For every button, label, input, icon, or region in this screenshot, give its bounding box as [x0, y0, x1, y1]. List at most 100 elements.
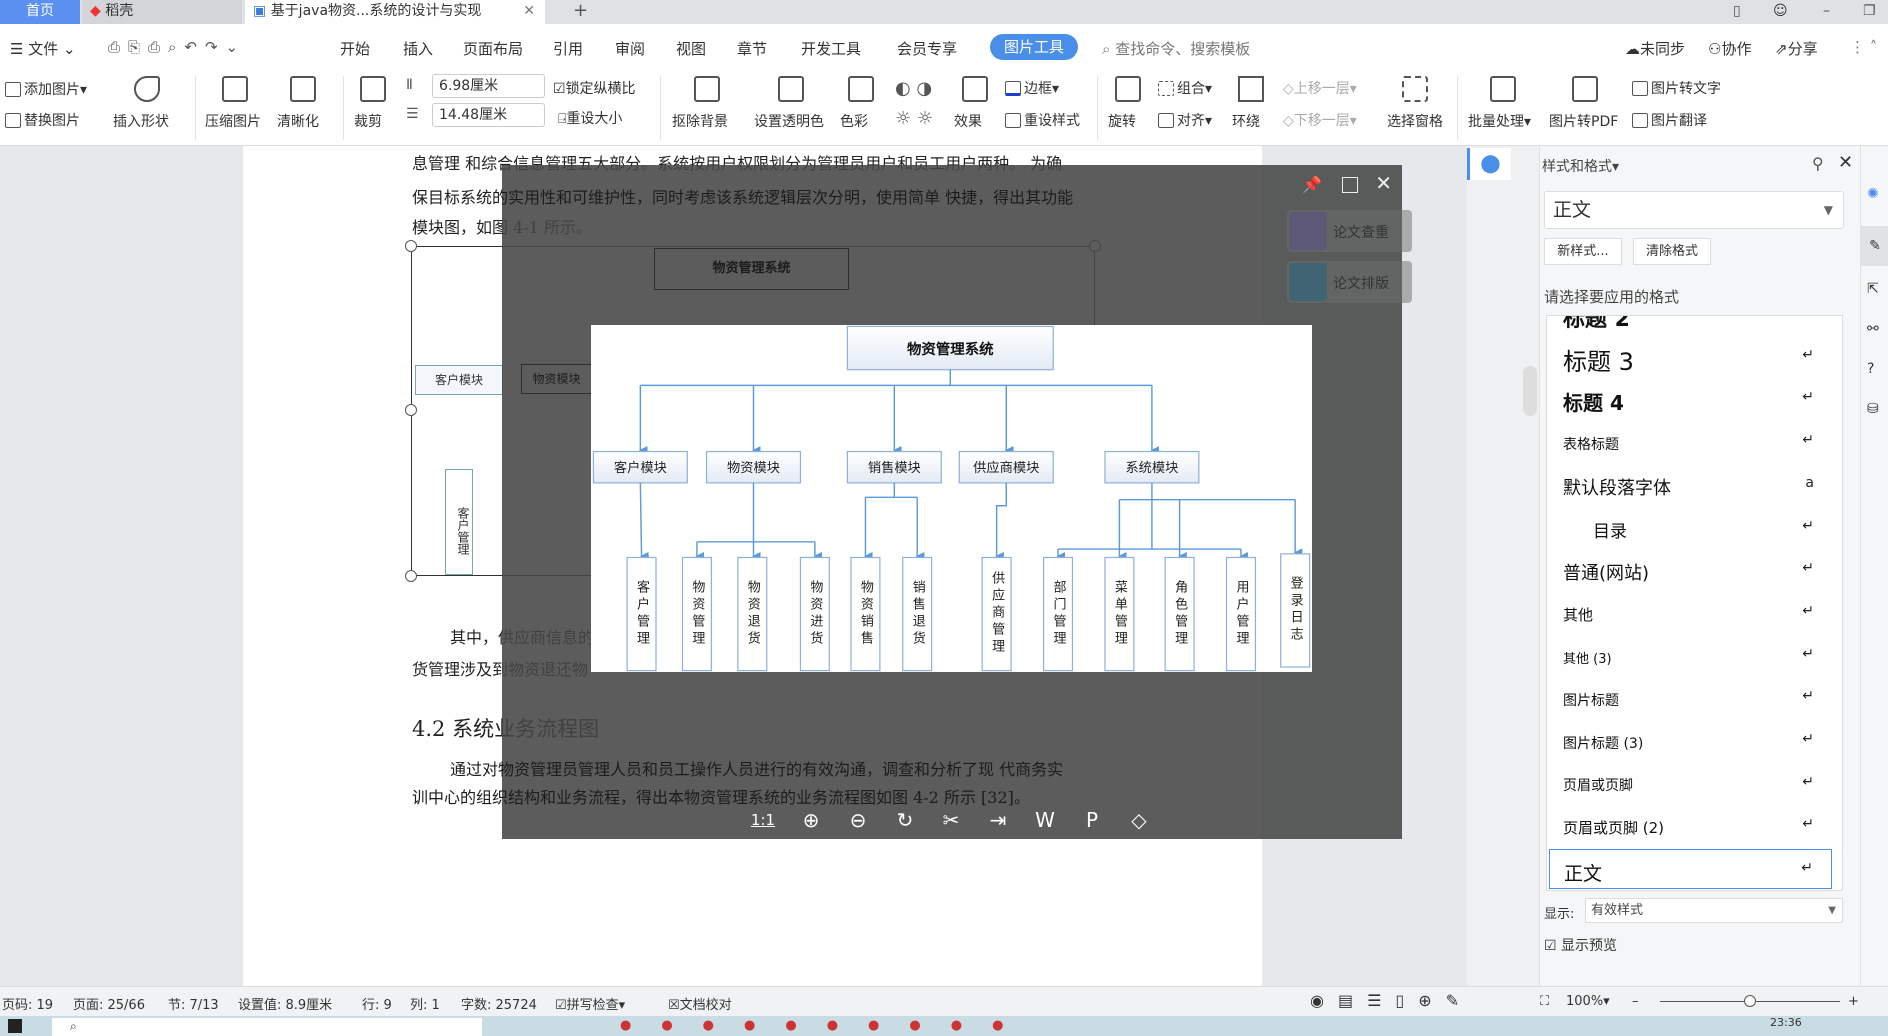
menu-tab-member[interactable]: 会员专享 [897, 38, 957, 59]
to-word-icon[interactable]: W [1031, 808, 1059, 832]
page-number[interactable]: 页码: 19 [2, 994, 53, 1013]
send-backward-button[interactable]: ◇下移一层▾ [1283, 110, 1357, 130]
remove-background-button[interactable]: 抠除背景 [672, 111, 728, 131]
tab-docer[interactable]: ◆ 稻壳 [82, 0, 242, 24]
start-icon[interactable] [8, 1019, 22, 1033]
proofread-button[interactable]: ☒文档校对 [668, 994, 732, 1013]
image-translate-button[interactable]: 图片翻译 [1632, 110, 1707, 130]
minimize-button[interactable]: – [1815, 0, 1830, 24]
zoom-in-button[interactable]: + [1848, 994, 1859, 1009]
actual-size-button[interactable]: 1:1 [749, 808, 777, 832]
style-item[interactable]: 图片标题 (3) ↵ [1549, 721, 1832, 761]
sync-button[interactable]: ☁未同步 [1625, 38, 1685, 59]
paper-layout-button[interactable]: 论文排版 [1287, 261, 1412, 303]
width-input[interactable]: 6.98厘米 [432, 74, 545, 98]
replace-image-button[interactable]: 替换图片 [5, 110, 80, 130]
zoom-out-button[interactable]: – [1632, 994, 1639, 1009]
show-preview-checkbox[interactable]: ☑ 显示预览 [1544, 935, 1617, 955]
tab-document[interactable]: ▣ 基于java物资...系统的设计与实现 ✕ [245, 0, 545, 24]
border-button[interactable]: 边框▾ [1005, 78, 1059, 98]
style-item[interactable]: 表格标题 ↵ [1549, 422, 1832, 462]
menu-tab-layout[interactable]: 页面布局 [463, 38, 523, 59]
show-filter-select[interactable]: 有效样式 ▼ [1585, 898, 1843, 923]
style-brush-icon[interactable]: ✎ [1861, 226, 1888, 266]
style-item[interactable]: 页眉或页脚 (2) ↵ [1549, 806, 1832, 846]
zoom-in-icon[interactable]: ⊕ [797, 808, 825, 832]
rotate-button[interactable]: 旋转 [1108, 111, 1136, 131]
search-command-input[interactable]: ⌕ 查找命令、搜索模板 [1102, 38, 1250, 59]
resize-handle[interactable] [405, 240, 417, 252]
zoom-slider-thumb[interactable] [1744, 995, 1756, 1007]
style-item[interactable]: 正文 ↵ [1549, 849, 1832, 890]
group-button[interactable]: 组合▾ [1158, 78, 1212, 98]
image-to-pdf-button[interactable]: 图片转PDF [1549, 111, 1618, 131]
file-menu[interactable]: ☰ 文件 ⌄ [10, 38, 76, 59]
clear-format-button[interactable]: 清除格式 [1633, 238, 1711, 265]
pin-panel-icon[interactable]: ⚲ [1812, 154, 1824, 173]
style-item[interactable]: 标题 2 ↵ [1549, 316, 1832, 334]
window-count-icon[interactable]: ▯ [1725, 0, 1741, 24]
scrollbar-thumb[interactable] [1523, 366, 1537, 416]
help-icon[interactable]: ? [1867, 361, 1874, 377]
view-mode-icons[interactable]: ◉▤☰▯⊕✎ [1310, 991, 1473, 1010]
new-style-button[interactable]: 新样式... [1544, 238, 1622, 265]
select-pane-button[interactable]: 选择窗格 [1387, 111, 1443, 131]
sharpen-button[interactable]: 清晰化 [277, 111, 319, 131]
style-item[interactable]: 普通(网站) ↵ [1549, 550, 1832, 590]
menu-tab-view[interactable]: 视图 [676, 38, 706, 59]
style-item[interactable]: 目录 ↵ [1549, 508, 1832, 548]
setting-value[interactable]: 设置值: 8.9厘米 [238, 994, 332, 1013]
lock-ratio-checkbox[interactable]: ☑锁定纵横比 [553, 78, 636, 98]
zoom-out-icon[interactable]: ⊖ [844, 808, 872, 832]
menu-tab-chapter[interactable]: 章节 [737, 38, 767, 59]
select-cursor-icon[interactable]: ⇱ [1867, 281, 1879, 297]
close-preview-button[interactable]: ✕ [1375, 171, 1392, 195]
close-tab-icon[interactable]: ✕ [523, 0, 535, 22]
add-image-button[interactable]: 添加图片▾ [5, 79, 87, 99]
save-as-icon[interactable]: ⇥ [984, 808, 1012, 832]
zoom-level-select[interactable]: 100%▾ [1566, 994, 1610, 1009]
crop-button[interactable]: 裁剪 [354, 111, 382, 131]
menu-tab-developer[interactable]: 开发工具 [801, 38, 861, 59]
crop-cut-icon[interactable]: ✂ [937, 808, 965, 832]
taskbar-search[interactable]: ⌕ [52, 1018, 482, 1036]
brightness-icons[interactable]: ◐ ◑ [895, 78, 932, 99]
word-count[interactable]: 字数: 25724 [461, 994, 537, 1013]
reset-style-button[interactable]: 重设样式 [1005, 110, 1080, 130]
remove-bg-icon[interactable]: ◇ [1125, 808, 1153, 832]
styles-panel-title[interactable]: 样式和格式▾ [1542, 156, 1619, 176]
wrap-button[interactable]: 环绕 [1232, 111, 1260, 131]
menu-tab-picture-tools[interactable]: 图片工具 [990, 34, 1078, 60]
style-item[interactable]: 默认段落字体 a [1549, 465, 1832, 505]
reset-size-button[interactable]: ⍈重设大小 [558, 108, 622, 128]
tab-home[interactable]: 首页 [0, 0, 80, 24]
location-pin-icon[interactable]: ⬤ [1467, 148, 1511, 180]
ai-icon[interactable]: ✺ [1867, 186, 1879, 202]
set-transparent-button[interactable]: 设置透明色 [754, 111, 824, 131]
image-to-text-button[interactable]: 图片转文字 [1632, 78, 1721, 98]
current-style-select[interactable]: 正文 ▼ [1544, 191, 1844, 229]
style-item[interactable]: 页眉或页脚 ↵ [1549, 764, 1832, 804]
height-input[interactable]: 14.48厘米 [432, 103, 545, 127]
style-item[interactable]: 标题 3 ↵ [1549, 337, 1832, 377]
compress-image-button[interactable]: 压缩图片 [205, 111, 261, 131]
pin-icon[interactable]: 📌 [1302, 175, 1322, 194]
to-pdf-icon[interactable]: P [1078, 808, 1106, 832]
contrast-icons[interactable]: ☼ ☼ [895, 108, 933, 129]
spell-check-button[interactable]: ☑拼写检查▾ [555, 994, 625, 1013]
insert-shape-button[interactable]: 插入形状 [113, 111, 169, 131]
resize-handle[interactable] [405, 404, 417, 416]
collab-button[interactable]: ⚇协作 [1708, 38, 1751, 59]
more-icon[interactable]: ⋮ ˄ [1850, 38, 1877, 56]
style-item[interactable]: 其他 ↵ [1549, 593, 1832, 633]
batch-process-button[interactable]: 批量处理▾ [1468, 111, 1531, 131]
maximize-button[interactable] [1342, 177, 1358, 193]
backup-icon[interactable]: ⛁ [1867, 401, 1879, 417]
fit-icon[interactable]: ⛶ [1540, 994, 1549, 1009]
color-button[interactable]: 色彩 [840, 111, 868, 131]
effect-button[interactable]: 效果 [954, 111, 982, 131]
style-item[interactable]: 标题 4 ↵ [1549, 379, 1832, 419]
menu-tab-insert[interactable]: 插入 [403, 38, 433, 59]
rotate-icon[interactable]: ↻ [891, 808, 919, 832]
bring-forward-button[interactable]: ◇上移一层▾ [1283, 78, 1357, 98]
